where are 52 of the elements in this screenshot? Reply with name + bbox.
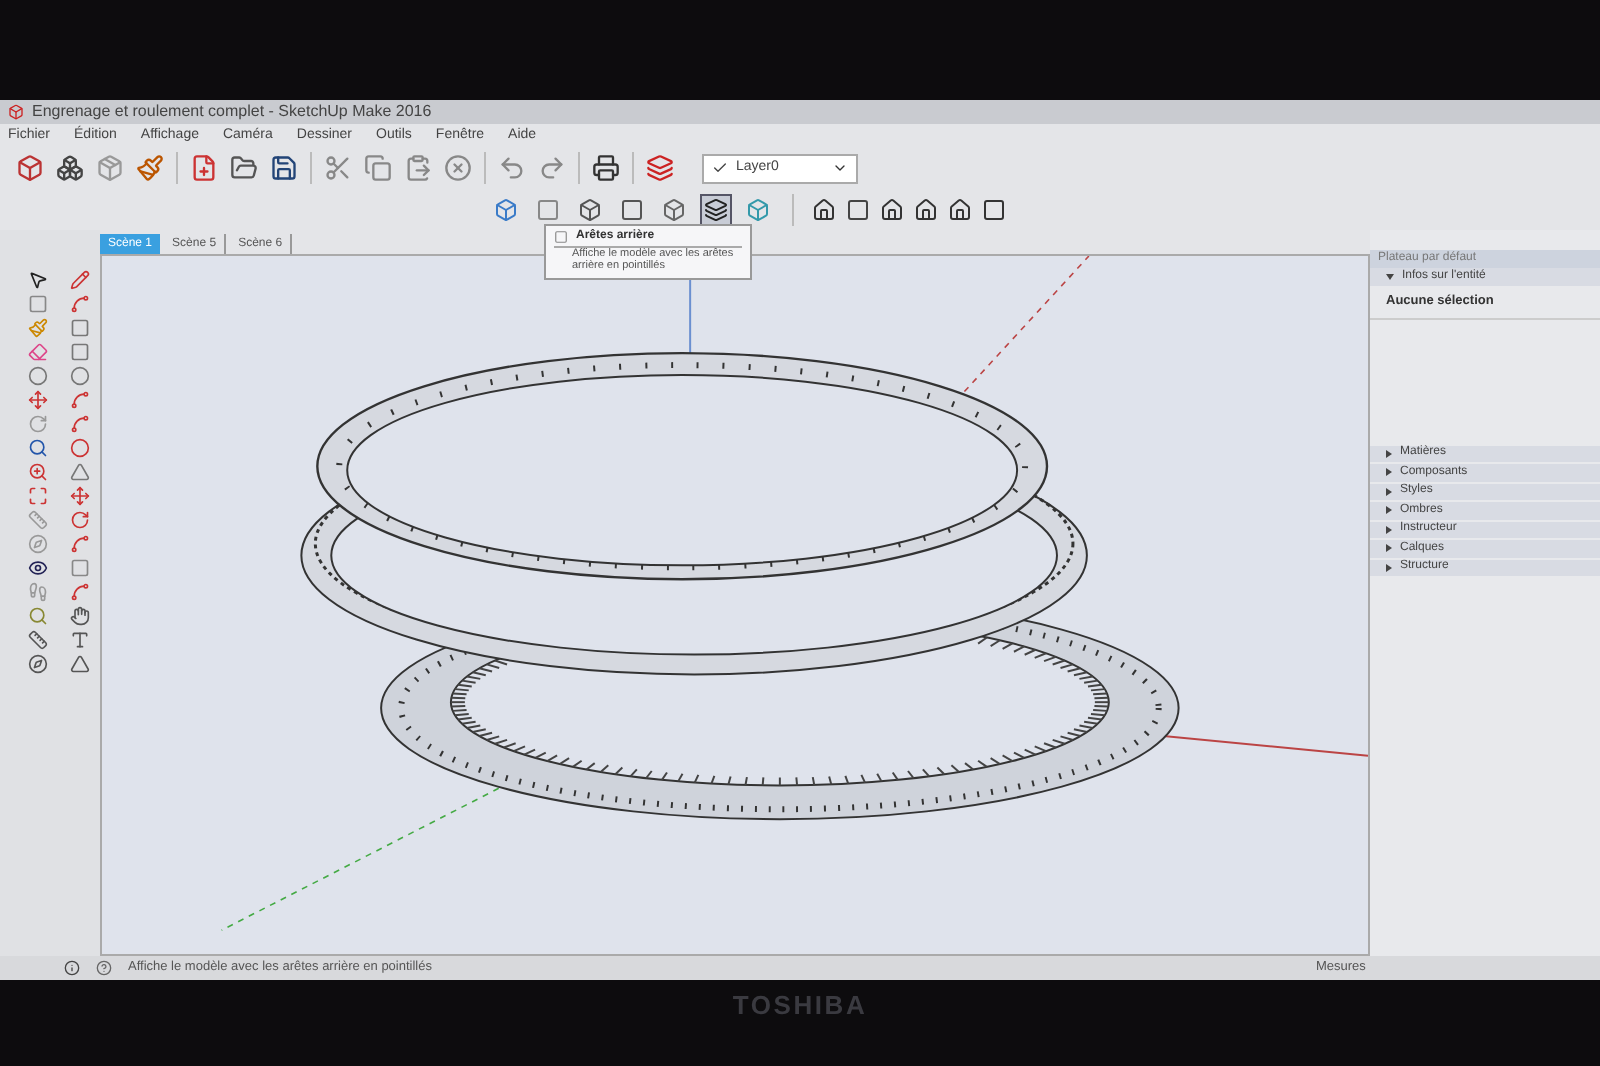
zoom-window-icon[interactable]: [27, 462, 47, 482]
paint-bucket-icon[interactable]: [27, 318, 47, 338]
box-icon[interactable]: [16, 154, 44, 182]
stacked-layers-icon: [704, 198, 728, 222]
info-icon[interactable]: [64, 960, 80, 976]
paint-bucket-icon[interactable]: [136, 154, 164, 182]
face-style-button[interactable]: [658, 194, 690, 226]
cut-icon[interactable]: [324, 154, 352, 182]
eraser-icon[interactable]: [27, 342, 47, 362]
right-house-icon[interactable]: [914, 198, 938, 222]
move-arrows-icon[interactable]: [69, 486, 89, 506]
check-icon: [712, 160, 728, 176]
look-around-icon[interactable]: [27, 558, 47, 578]
search-icon[interactable]: [27, 438, 47, 458]
app-logo-icon: [8, 104, 24, 120]
undo-icon[interactable]: [498, 154, 526, 182]
delete-icon[interactable]: [444, 154, 472, 182]
caret-icon: [832, 160, 848, 176]
open-folder-icon[interactable]: [230, 154, 258, 182]
text-icon[interactable]: [69, 630, 89, 650]
select-arrow-icon[interactable]: [27, 270, 47, 290]
xray-cube-icon: [494, 198, 518, 222]
move-icon[interactable]: [27, 390, 47, 410]
front-house-icon[interactable]: [880, 198, 904, 222]
pan-icon[interactable]: [69, 606, 89, 626]
arc-icon[interactable]: [69, 390, 89, 410]
pencil-icon[interactable]: [69, 270, 89, 290]
iso-house-icon[interactable]: [812, 198, 836, 222]
paste-icon[interactable]: [404, 154, 432, 182]
face-style-button[interactable]: [616, 194, 648, 226]
face-style-button[interactable]: [700, 194, 732, 226]
zoom-extents-icon[interactable]: [27, 486, 47, 506]
wireframe-cube-icon: [578, 198, 602, 222]
help-icon[interactable]: [96, 960, 112, 976]
freehand-icon[interactable]: [69, 294, 89, 314]
redo-icon[interactable]: [538, 154, 566, 182]
rectangle-icon[interactable]: [69, 318, 89, 338]
3d-viewport[interactable]: [100, 254, 1370, 956]
save-icon[interactable]: [270, 154, 298, 182]
new-file-icon[interactable]: [190, 154, 218, 182]
copy-icon[interactable]: [364, 154, 392, 182]
circle-icon[interactable]: [27, 366, 47, 386]
rotate-arrows-icon[interactable]: [69, 510, 89, 530]
window-title: Engrenage et roulement complet - SketchUp Make 2016: [32, 104, 432, 120]
layers-icon[interactable]: [646, 154, 674, 182]
face-style-button[interactable]: [574, 194, 606, 226]
printer-icon[interactable]: [592, 154, 620, 182]
shaded-cube-icon: [662, 198, 686, 222]
boxes-icon[interactable]: [56, 154, 84, 182]
back-house-icon[interactable]: [948, 198, 972, 222]
tape-measure-icon[interactable]: [27, 510, 47, 530]
package-icon[interactable]: [96, 154, 124, 182]
